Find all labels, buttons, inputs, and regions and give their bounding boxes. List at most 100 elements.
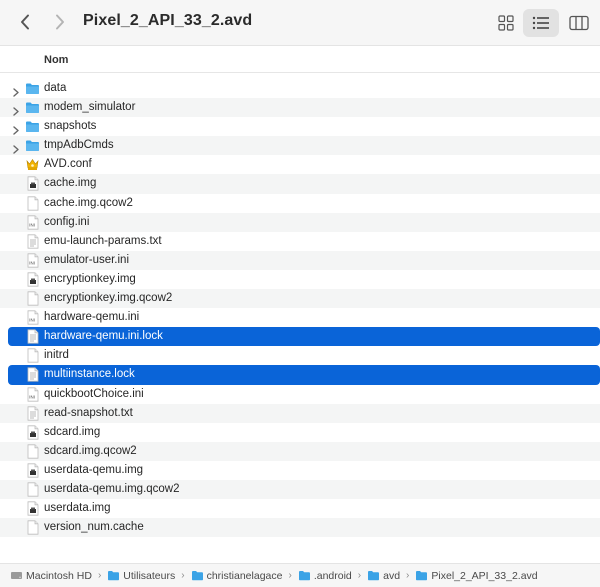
path-crumb-label: Pixel_2_API_33_2.avd	[431, 569, 538, 582]
file-name: data	[44, 82, 67, 94]
ini-file-icon: INI	[25, 386, 40, 402]
list-view-button[interactable]	[523, 9, 559, 37]
folder-icon	[25, 100, 40, 115]
ini-file-icon: INI	[25, 310, 40, 325]
text-file-icon	[25, 367, 40, 383]
folder-icon	[107, 570, 120, 581]
file-row[interactable]: sdcard.img	[0, 423, 600, 442]
folder-icon	[25, 81, 40, 96]
conf-file-icon	[25, 157, 40, 172]
file-row[interactable]: multiinstance.lock	[8, 365, 600, 385]
chevron-left-icon	[21, 14, 29, 30]
path-crumb-label: Macintosh HD	[26, 569, 92, 582]
disk-image-icon	[25, 501, 40, 516]
file-name: userdata-qemu.img	[44, 463, 144, 476]
grid-icon	[498, 15, 514, 31]
disk-image-icon	[25, 463, 40, 478]
folder-row[interactable]: snapshots	[0, 117, 600, 136]
column-view-button[interactable]	[561, 9, 597, 37]
document-icon	[25, 520, 40, 535]
file-name: snapshots	[44, 120, 97, 133]
window-title: Pixel_2_API_33_2.avd	[83, 12, 253, 29]
path-separator: ›	[406, 570, 410, 581]
file-name: cache.img	[44, 177, 97, 190]
list-icon	[532, 16, 549, 30]
file-row[interactable]: userdata-qemu.img	[0, 461, 600, 480]
document-icon	[25, 348, 40, 363]
path-bar: Macintosh HD › Utilisateurs › christianelaga…	[0, 563, 600, 587]
path-crumb[interactable]: avd	[367, 570, 400, 582]
file-name: tmpAdbCmds	[44, 139, 114, 152]
path-separator: ›	[97, 570, 102, 581]
file-name: modem_simulator	[44, 101, 136, 114]
file-row[interactable]: read-snapshot.txt	[0, 403, 600, 423]
file-row[interactable]: INI emulator-user.ini	[0, 250, 600, 270]
path-crumb[interactable]: Macintosh HD	[10, 570, 92, 582]
path-crumb-label: .android	[313, 569, 352, 582]
document-icon	[25, 291, 40, 306]
document-icon	[25, 482, 40, 497]
path-crumb[interactable]: christianelagace	[191, 569, 283, 582]
file-row[interactable]: AVD.conf	[0, 155, 600, 174]
svg-text:INI: INI	[29, 394, 35, 399]
disclosure-triangle-icon[interactable]	[12, 103, 20, 116]
file-row[interactable]: cache.img.qcow2	[0, 194, 600, 213]
file-name: hardware-qemu.ini	[44, 311, 140, 324]
file-name: version_num.cache	[44, 521, 144, 534]
file-row[interactable]: INI config.ini	[0, 212, 600, 232]
file-row[interactable]: encryptionkey.img.qcow2	[0, 289, 600, 309]
column-header[interactable]: Nom	[0, 47, 600, 73]
folder-row[interactable]: modem_simulator	[0, 98, 600, 118]
icon-view-button[interactable]	[488, 9, 524, 37]
file-row[interactable]: initrd	[0, 346, 600, 365]
folder-row[interactable]: data	[0, 79, 600, 98]
disclosure-triangle-icon[interactable]	[12, 122, 20, 135]
file-row[interactable]: sdcard.img.qcow2	[0, 441, 600, 461]
svg-text:INI: INI	[29, 318, 35, 323]
columns-icon	[569, 15, 589, 31]
disclosure-triangle-icon[interactable]	[12, 84, 20, 97]
path-separator: ›	[181, 570, 185, 581]
svg-text:INI: INI	[29, 222, 35, 227]
file-row[interactable]: hardware-qemu.ini.lock	[8, 327, 600, 347]
file-name: emulator-user.ini	[44, 253, 130, 266]
path-crumb[interactable]: Utilisateurs	[107, 570, 175, 582]
disk-image-icon	[25, 425, 40, 440]
chevron-right-icon	[56, 14, 64, 30]
path-crumb[interactable]: .android	[298, 570, 352, 582]
file-name: emu-launch-params.txt	[44, 234, 162, 247]
back-button[interactable]	[14, 11, 36, 33]
file-name: encryptionkey.img	[44, 272, 136, 285]
file-name: userdata-qemu.img.qcow2	[44, 482, 180, 495]
folder-icon	[25, 119, 40, 134]
path-crumb[interactable]: Pixel_2_API_33_2.avd	[415, 569, 538, 582]
file-row[interactable]: INI quickbootChoice.ini	[0, 385, 600, 404]
ini-file-icon: INI	[25, 215, 40, 230]
file-name: encryptionkey.img.qcow2	[44, 292, 173, 305]
file-row[interactable]: encryptionkey.img	[0, 270, 600, 289]
forward-button[interactable]	[49, 11, 71, 33]
ini-file-icon: INI	[25, 253, 40, 268]
folder-icon	[25, 138, 40, 153]
file-name: read-snapshot.txt	[44, 406, 133, 419]
disk-image-icon	[25, 272, 40, 287]
disclosure-triangle-icon[interactable]	[12, 141, 20, 154]
file-row[interactable]: userdata.img	[0, 499, 600, 518]
file-row[interactable]: version_num.cache	[0, 518, 600, 538]
document-icon	[25, 195, 40, 211]
hard-drive-icon	[10, 570, 23, 581]
path-crumb-label: christianelagace	[206, 569, 283, 582]
folder-icon	[415, 570, 428, 581]
file-name: config.ini	[44, 215, 90, 228]
file-row[interactable]: userdata-qemu.img.qcow2	[0, 479, 600, 500]
toolbar: Pixel_2_API_33_2.avd	[0, 0, 600, 46]
folder-row[interactable]: tmpAdbCmds	[0, 136, 600, 156]
file-row[interactable]: cache.img	[0, 174, 600, 194]
file-row[interactable]: INI hardware-qemu.ini	[0, 308, 600, 327]
disk-image-icon	[25, 176, 40, 192]
path-separator: ›	[357, 570, 362, 581]
file-row[interactable]: emu-launch-params.txt	[0, 232, 600, 251]
name-column-label[interactable]: Nom	[44, 54, 68, 66]
path-crumb-label: avd	[383, 569, 401, 582]
file-name: quickbootChoice.ini	[44, 387, 144, 400]
